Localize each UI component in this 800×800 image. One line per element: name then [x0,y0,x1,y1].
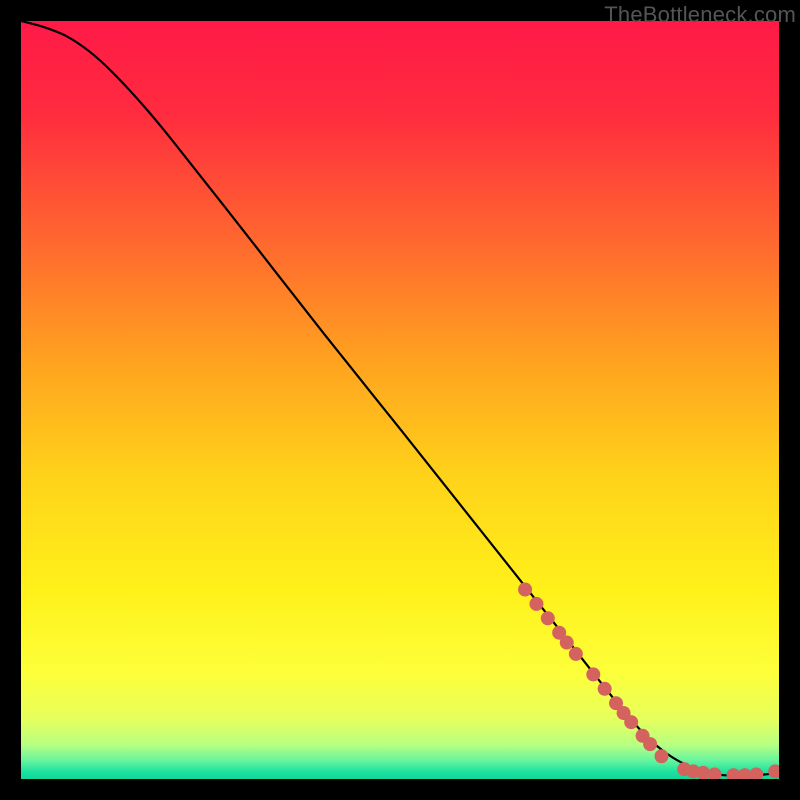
scatter-dot [529,597,543,611]
chart-frame [21,21,779,779]
scatter-dot [624,715,638,729]
scatter-dot [569,647,583,661]
watermark-text: TheBottleneck.com [604,2,796,28]
gradient-background [21,21,779,779]
scatter-dot [655,749,669,763]
scatter-dot [541,611,555,625]
scatter-dot [518,583,532,597]
scatter-dot [643,737,657,751]
scatter-dot [586,667,600,681]
scatter-dot [598,682,612,696]
chart-plot [21,21,779,779]
scatter-dot [560,636,574,650]
